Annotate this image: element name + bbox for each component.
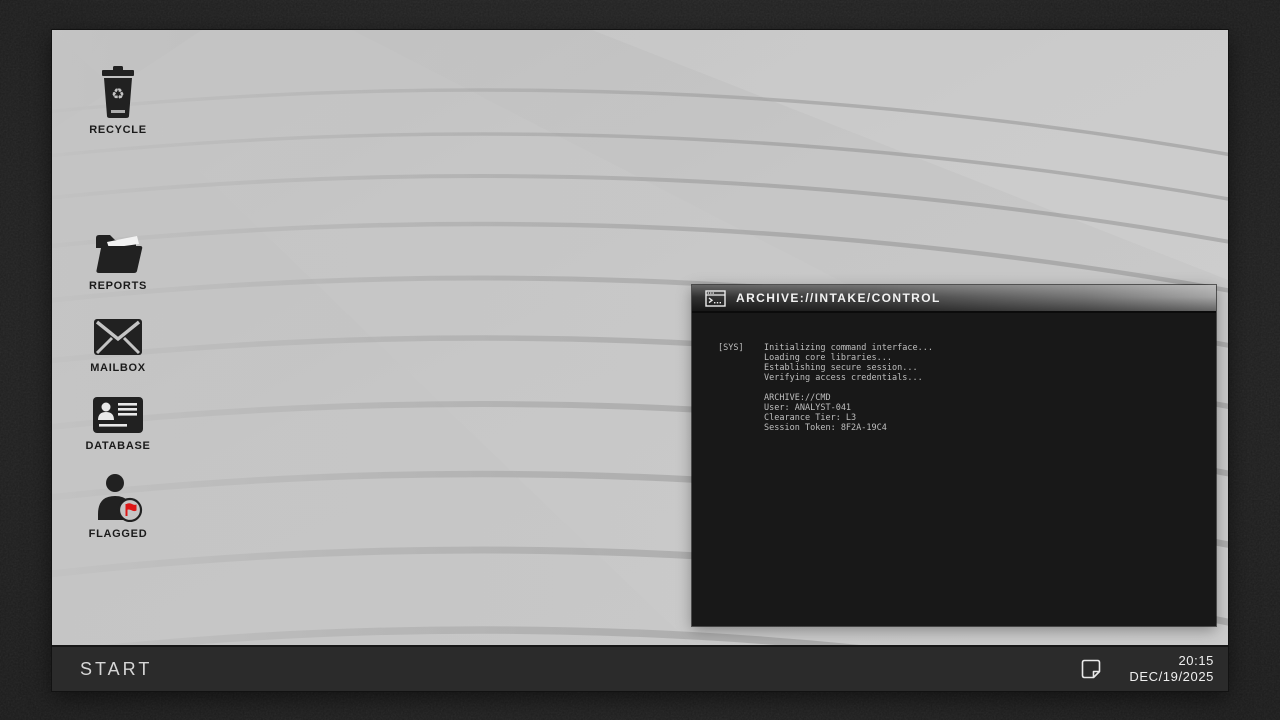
console-line: Verifying access credentials...: [718, 373, 1202, 383]
terminal-window-titlebar[interactable]: ARCHIVE://INTAKE/CONTROL: [692, 285, 1216, 313]
terminal-window-icon: [705, 290, 726, 307]
note-icon[interactable]: [1081, 659, 1101, 679]
person-flag-icon: [92, 474, 144, 522]
console-line: User: ANALYST-041: [718, 403, 1202, 413]
console-line: Loading core libraries...: [718, 353, 1202, 363]
console-line: [718, 383, 1202, 393]
folder-icon: [93, 230, 143, 274]
desktop-icon-mailbox[interactable]: MAILBOX: [68, 318, 168, 374]
recycle-bin-icon: ♻: [93, 66, 143, 118]
desktop-icon-recycle[interactable]: ♻ RECYCLE: [68, 66, 168, 136]
desktop-icon-flagged[interactable]: FLAGGED: [68, 474, 168, 540]
id-card-icon: [92, 396, 144, 434]
desktop: ♻ RECYCLE REPORTS MAILBOX: [52, 30, 1228, 645]
desktop-icon-database[interactable]: DATABASE: [68, 396, 168, 452]
monitor-screen: ♻ RECYCLE REPORTS MAILBOX: [52, 30, 1228, 691]
clock-date: DEC/19/2025: [1129, 669, 1214, 685]
clock: 20:15 DEC/19/2025: [1129, 653, 1214, 685]
clock-time: 20:15: [1129, 653, 1214, 669]
console-line: Clearance Tier: L3: [718, 413, 1202, 423]
svg-text:♻: ♻: [111, 85, 124, 103]
system-tray: 20:15 DEC/19/2025: [1081, 653, 1214, 685]
start-button[interactable]: START: [80, 659, 152, 680]
console-line: ARCHIVE://CMD: [718, 393, 1202, 403]
taskbar: START 20:15 DEC/19/2025: [52, 645, 1228, 691]
icon-label-recycle: RECYCLE: [89, 124, 146, 136]
icon-label-reports: REPORTS: [89, 280, 147, 292]
envelope-icon: [93, 318, 143, 356]
icon-label-database: DATABASE: [85, 440, 150, 452]
console-line: Session Token: 8F2A-19C4: [718, 423, 1202, 433]
terminal-console[interactable]: [SYS] Initializing command interface... …: [692, 313, 1216, 433]
icon-label-flagged: FLAGGED: [89, 528, 148, 540]
desktop-icon-reports[interactable]: REPORTS: [68, 230, 168, 292]
terminal-window: ARCHIVE://INTAKE/CONTROL [SYS] Initializ…: [692, 285, 1216, 626]
terminal-window-title: ARCHIVE://INTAKE/CONTROL: [736, 291, 941, 305]
console-line: [SYS] Initializing command interface...: [718, 343, 1202, 353]
console-line: Establishing secure session...: [718, 363, 1202, 373]
icon-label-mailbox: MAILBOX: [90, 362, 146, 374]
